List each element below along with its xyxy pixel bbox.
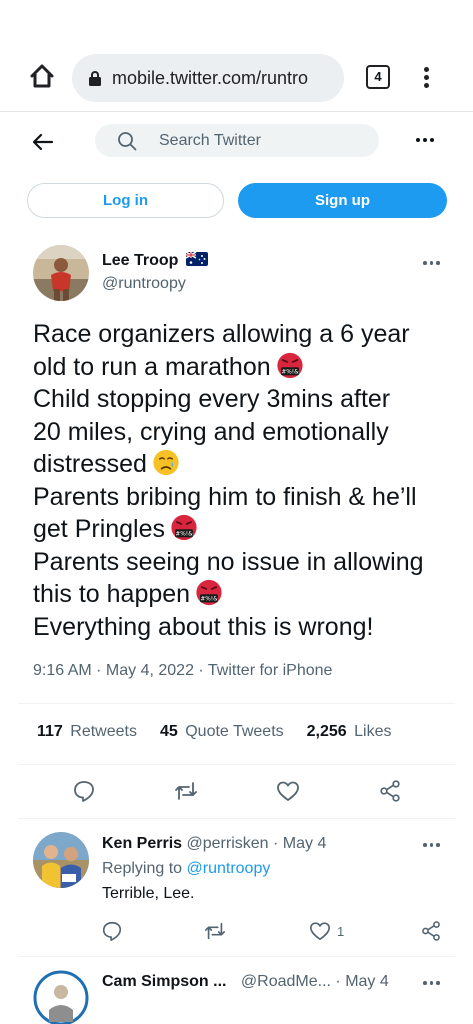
twitter-header [0, 112, 473, 172]
replying-to: Replying to @runtroopy [102, 860, 271, 877]
reply-author-handle[interactable]: @RoadMe... · May 4 [241, 973, 389, 990]
tweet-line: Child stopping every 3mins after [33, 385, 391, 413]
divider [18, 764, 455, 765]
divider [18, 956, 455, 957]
reply-icon [102, 921, 122, 941]
retweet-icon [205, 922, 225, 940]
retweets-stat[interactable]: 117 Retweets [37, 723, 137, 741]
url-text: mobile.twitter.com/runtro [112, 67, 309, 88]
svg-text:#%!&: #%!& [200, 597, 218, 603]
tweet-more-icon[interactable] [423, 261, 440, 265]
divider [18, 703, 455, 704]
like-icon [310, 922, 330, 941]
tweet-stats: 117 Retweets 45 Quote Tweets 2,256 Likes [37, 723, 392, 741]
crying-face-emoji-icon [153, 449, 179, 476]
reply-like-count: 1 [337, 923, 345, 939]
tweet-line: Parents bribing him to finish & he’ll [33, 482, 417, 511]
angry-face-emoji-icon: #%!& [196, 579, 222, 606]
reply-text: Terrible, Lee. [102, 885, 195, 902]
tweet-line: distressed [33, 448, 453, 481]
search-icon [118, 131, 137, 150]
author-name[interactable]: Lee Troop [102, 251, 208, 270]
search-input[interactable] [159, 131, 349, 150]
svg-text:#%!&: #%!& [175, 532, 193, 538]
address-bar[interactable]: mobile.twitter.com/runtro [72, 54, 344, 102]
reply-more-icon[interactable] [423, 843, 440, 847]
home-icon[interactable] [28, 62, 56, 90]
share-icon [422, 921, 440, 941]
lock-icon [89, 71, 101, 86]
reply-author-name[interactable]: Cam Simpson ... [102, 973, 226, 990]
browser-menu-icon[interactable] [414, 64, 438, 92]
likes-stat[interactable]: 2,256 Likes [307, 723, 392, 741]
tweet-line: Race organizers allowing a 6 year [33, 320, 410, 348]
reply-avatar[interactable] [33, 970, 89, 1024]
share-icon[interactable] [378, 779, 402, 803]
author-avatar[interactable] [33, 245, 89, 301]
browser-toolbar: mobile.twitter.com/runtro 4 [0, 0, 473, 112]
reply-header: Cam Simpson ... @RoadMe... · May 4 [102, 973, 389, 991]
reply-like-button[interactable]: 1 [309, 920, 344, 942]
back-arrow-icon[interactable] [30, 130, 56, 154]
angry-face-emoji-icon: #%!& [277, 352, 303, 378]
reply-author-name[interactable]: Ken Perris [102, 835, 182, 852]
reply-avatar[interactable] [33, 832, 89, 888]
tab-switcher-button[interactable]: 4 [366, 65, 390, 89]
divider [18, 818, 455, 819]
tweet-line: old to run a marathon #%!& [33, 351, 453, 384]
tweet-line: get Pringles #%!& [33, 513, 453, 546]
australia-flag-icon [185, 251, 208, 266]
more-options-icon[interactable] [416, 138, 434, 142]
reply-author-handle[interactable]: @perrisken · May 4 [187, 835, 327, 852]
angry-face-emoji-icon: #%!& [171, 514, 197, 541]
svg-text:#%!&: #%!& [281, 369, 299, 375]
login-button[interactable]: Log in [27, 183, 224, 218]
reply-icon[interactable] [72, 779, 96, 803]
quotes-stat[interactable]: 45 Quote Tweets [160, 723, 284, 741]
tweet-line: this to happen #%!& [33, 578, 453, 611]
reply-retweet-button[interactable] [204, 920, 226, 942]
tweet-line: Everything about this is wrong! [33, 612, 374, 641]
like-icon[interactable] [276, 779, 300, 803]
tweet-line: 20 miles, crying and emotionally [33, 417, 389, 446]
retweet-icon[interactable] [174, 779, 198, 803]
reply-reply-button[interactable] [101, 920, 123, 942]
reply-header: Ken Perris @perrisken · May 4 [102, 835, 326, 853]
author-handle[interactable]: @runtroopy [102, 275, 186, 293]
search-box[interactable] [95, 124, 379, 157]
reply-share-button[interactable] [420, 920, 442, 942]
tweet-text: Race organizers allowing a 6 year old to… [33, 318, 453, 643]
replying-to-link[interactable]: @runtroopy [187, 860, 271, 877]
reply-more-icon[interactable] [423, 981, 440, 985]
signup-button[interactable]: Sign up [238, 183, 447, 218]
tweet-meta: 9:16 AM · May 4, 2022 · Twitter for iPho… [33, 662, 333, 679]
tweet-line: Parents seeing no issue in allowing [33, 547, 424, 576]
